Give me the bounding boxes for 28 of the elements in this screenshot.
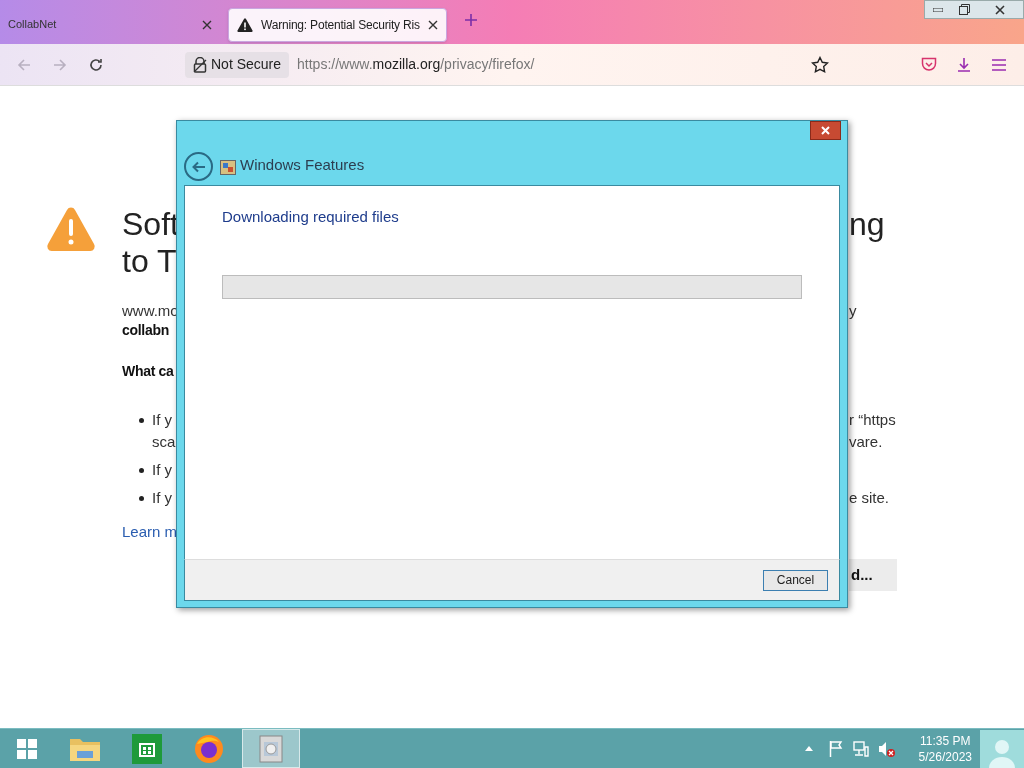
url-field[interactable]: https://www.mozilla.org/privacy/firefox/ [297,54,535,75]
page-text-fragment: If y [152,487,172,508]
cancel-button[interactable]: Cancel [763,569,828,591]
browser-tab[interactable]: Warning: Potential Security Ris [228,7,447,42]
page-text-fragment: What ca [122,362,174,381]
page-heading-fragment: ng [849,206,885,243]
page-heading-fragment: to T [122,243,177,280]
page-text-fragment: r “https [849,409,896,430]
not-secure-badge[interactable]: Not Secure [185,51,290,78]
clock-date: 5/26/2023 [918,748,972,765]
tab-title: Warning: Potential Security Ris [261,16,420,34]
page-text-fragment: If y [152,409,172,430]
page-text-fragment: y [849,301,857,322]
page-text-fragment: e site. [849,487,890,508]
page-heading-fragment: Soft [122,206,179,243]
page-text-fragment: vare. [849,431,883,452]
page-text-fragment: If y [152,459,172,480]
advanced-button[interactable]: d... [849,559,897,591]
page-text-fragment: sca [152,431,176,452]
learn-more-link[interactable]: Learn m [122,520,178,544]
clock-time: 11:35 PM [920,732,971,749]
page-text-fragment: collabn [122,321,169,340]
dialog-title: Windows Features [240,154,365,175]
not-secure-label: Not Secure [211,55,282,74]
browser-tab[interactable]: CollabNet [0,7,220,42]
page-text-fragment: www.mo [122,301,179,322]
tab-title: CollabNet [8,17,58,33]
dialog-message: Downloading required files [222,207,400,227]
